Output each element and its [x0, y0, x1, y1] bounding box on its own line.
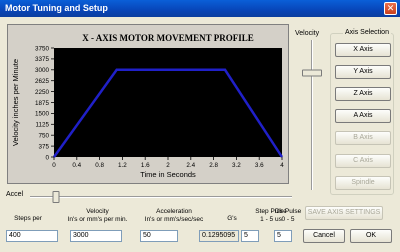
velocity-profile-chart: X - AXIS MOTOR MOVEMENT PROFILE 0 375 750 11…	[11, 33, 284, 179]
acceleration-field[interactable]: 50	[140, 230, 178, 242]
steps-per-label: Steps per	[14, 215, 42, 222]
velocity-label: Velocity In's or mm's per min.	[67, 208, 128, 223]
dir-pulse-label: Dir Pulse 0 - 5	[274, 208, 302, 223]
x-axis-button[interactable]: X Axis	[335, 43, 391, 57]
chart-panel: X - AXIS MOTOR MOVEMENT PROFILE 0 375 750 11…	[7, 24, 289, 184]
y-tick-label: 375	[38, 143, 49, 150]
accel-slider-label: Accel	[6, 191, 24, 198]
y-tick-label: 0	[45, 154, 49, 161]
steps-per-field[interactable]: 400	[6, 230, 58, 242]
x-tick-label: 1.2	[118, 162, 127, 169]
spindle-button[interactable]: Spindle	[335, 176, 391, 190]
save-axis-settings-button[interactable]: SAVE AXIS SETTINGS	[305, 206, 383, 220]
y-tick-label: 1125	[35, 122, 49, 129]
x-tick-label: 3.2	[232, 162, 241, 169]
x-tick-label: 2.4	[186, 162, 195, 169]
y-tick-label: 1875	[35, 100, 50, 107]
velocity-slider-track[interactable]	[311, 40, 313, 190]
axis-selection-group: Axis Selection X Axis Y Axis Z Axis A Ax…	[330, 29, 394, 195]
c-axis-button[interactable]: C Axis	[335, 154, 391, 168]
x-tick-label: 0.8	[95, 162, 104, 169]
axis-selection-legend: Axis Selection	[343, 29, 391, 36]
accel-slider-thumb[interactable]	[52, 191, 60, 203]
y-tick-label: 2625	[35, 78, 50, 85]
velocity-field[interactable]: 3000	[70, 230, 122, 242]
y-tick-label: 3000	[35, 67, 50, 74]
accel-slider-track[interactable]	[30, 196, 292, 198]
ok-button[interactable]: OK	[350, 229, 392, 243]
velocity-slider-label: Velocity	[295, 30, 320, 37]
window-title: Motor Tuning and Setup	[5, 3, 108, 13]
x-tick-label: 0	[52, 162, 56, 169]
y-axis-label: Velocity inches per Minute	[11, 59, 20, 146]
gs-label: G's	[227, 215, 237, 222]
dir-pulse-field[interactable]: 5	[274, 230, 292, 242]
y-tick-label: 2250	[35, 89, 50, 96]
y-tick-label: 3750	[35, 45, 50, 52]
x-tick-label: 2	[166, 162, 170, 169]
step-pulse-field[interactable]: 5	[241, 230, 259, 242]
z-axis-button[interactable]: Z Axis	[335, 87, 391, 101]
acceleration-label: Acceleration In's or mm's/sec/sec	[144, 208, 204, 223]
gs-field: 0.1295095	[199, 230, 239, 242]
cancel-button[interactable]: Cancel	[303, 229, 345, 243]
x-tick-label: 1.6	[141, 162, 150, 169]
chart-title: X - AXIS MOTOR MOVEMENT PROFILE	[82, 33, 253, 43]
b-axis-button[interactable]: B Axis	[335, 131, 391, 145]
x-tick-label: 2.8	[209, 162, 218, 169]
y-tick-label: 1500	[35, 111, 50, 118]
x-tick-label: 3.6	[255, 162, 264, 169]
x-tick-label: 0.4	[72, 162, 81, 169]
y-tick-label: 750	[38, 133, 49, 140]
a-axis-button[interactable]: A Axis	[335, 109, 391, 123]
close-button[interactable]: ✕	[384, 2, 397, 15]
y-tick-label: 3375	[35, 56, 50, 63]
title-bar: Motor Tuning and Setup ✕	[0, 0, 400, 17]
velocity-slider-thumb[interactable]	[302, 69, 322, 77]
y-axis-button[interactable]: Y Axis	[335, 65, 391, 79]
x-axis-label: Time in Seconds	[140, 170, 196, 179]
x-tick-label: 4	[280, 162, 284, 169]
